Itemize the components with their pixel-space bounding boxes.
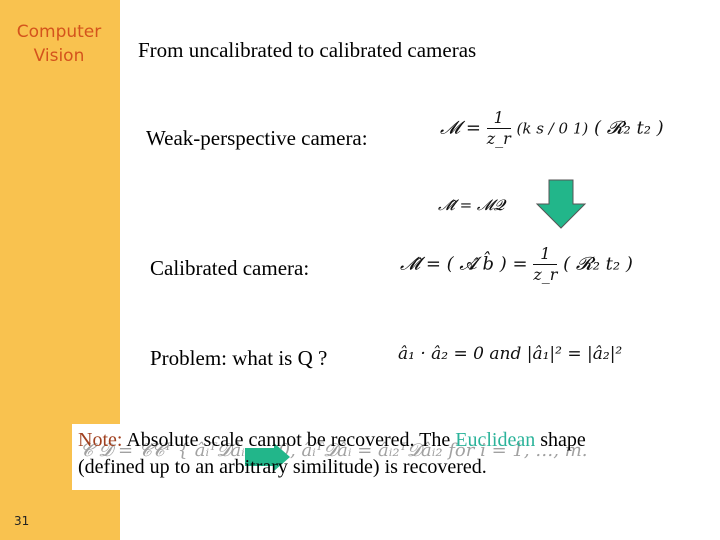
calibrated-equation: 𝓜̂ = ( 𝓐̂ b̂ ) = 1 z_r ( 𝓡₂ t₂ )	[400, 244, 633, 284]
slide-title: From uncalibrated to calibrated cameras	[138, 38, 477, 62]
down-arrow-icon	[535, 179, 587, 229]
weak-perspective-label: Weak-perspective camera:	[146, 126, 368, 150]
note-line2: (defined up to an arbitrary similitude) …	[78, 456, 487, 478]
course-title-line1: Computer	[16, 22, 102, 42]
update-equation: 𝓜̂ = 𝓜𝓠	[438, 196, 505, 214]
course-title-line2: Vision	[33, 46, 85, 66]
note-text: Note: Absolute scale cannot be recovered…	[78, 427, 586, 481]
note-box: 𝓒 𝓓 = 𝓒𝓒ᵀ { âᵢᵀ𝓓âᵢ₂ = 0, âᵢᵀ𝓓âᵢ = âᵢ₂ᵀ𝓓â…	[72, 424, 712, 490]
note-prefix: Note:	[78, 429, 123, 451]
slide-number: 31	[14, 514, 30, 528]
constraint-equation: â₁ · â₂ = 0 and |â₁|² = |â₂|²	[398, 344, 623, 364]
euclidean-highlight: Euclidean	[455, 429, 536, 451]
course-title: Computer Vision	[0, 20, 118, 68]
calibrated-label: Calibrated camera:	[150, 256, 310, 280]
note-text-part1: Absolute scale cannot be recovered. The	[122, 429, 456, 451]
weak-perspective-equation: 𝓜 = 1 z_r (k s / 0 1) ( 𝓡₂ t₂ )	[440, 108, 664, 148]
note-text-part2: shape	[535, 429, 586, 451]
problem-label: Problem: what is Q ?	[150, 346, 328, 370]
